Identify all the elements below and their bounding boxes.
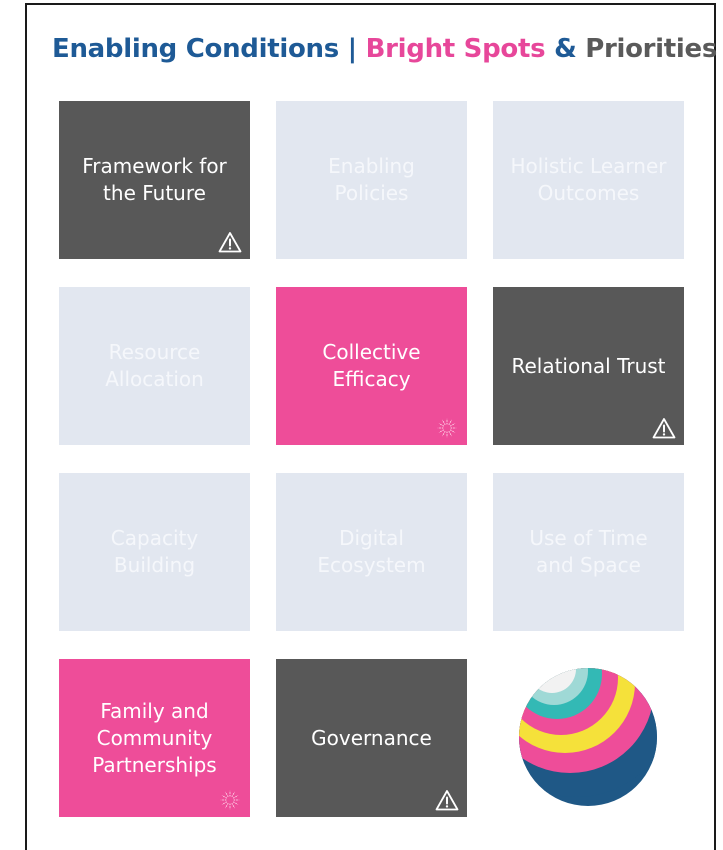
tile-label: Use of Time and Space	[529, 526, 648, 577]
tile-label: Holistic Learner Outcomes	[510, 154, 667, 205]
tile-label: Framework for the Future	[82, 154, 227, 205]
tile-label: Capacity Building	[110, 526, 199, 577]
tile-label: Family and Community Partnerships	[92, 698, 217, 777]
rainbow-sphere-logo-icon	[519, 668, 657, 806]
tile-label: Relational Trust	[511, 353, 666, 378]
tile-use-of-time-and-space[interactable]: Use of Time and Space	[493, 473, 684, 631]
tile-label: Governance	[311, 725, 432, 750]
warning-icon	[652, 418, 676, 439]
title-bright-spots: Bright Spots	[365, 34, 546, 64]
title-separator: |	[347, 34, 358, 64]
tile-framework-for-the-future[interactable]: Framework for the Future	[59, 101, 250, 259]
tile-label: Enabling Policies	[328, 154, 415, 205]
title-priorities: Priorities	[585, 34, 718, 64]
sparkle-icon	[437, 418, 457, 438]
tile-governance[interactable]: Governance	[276, 659, 467, 817]
title-enabling-conditions: Enabling Conditions	[52, 34, 339, 64]
sparkle-icon	[220, 790, 240, 810]
title-ampersand: &	[554, 34, 577, 64]
tile-label: Collective Efficacy	[322, 340, 421, 391]
tile-relational-trust[interactable]: Relational Trust	[493, 287, 684, 445]
tile-label: Digital Ecosystem	[317, 526, 426, 577]
tile-label: Resource Allocation	[105, 340, 204, 391]
tile-collective-efficacy[interactable]: Collective Efficacy	[276, 287, 467, 445]
tile-enabling-policies[interactable]: Enabling Policies	[276, 101, 467, 259]
tile-digital-ecosystem[interactable]: Digital Ecosystem	[276, 473, 467, 631]
tile-resource-allocation[interactable]: Resource Allocation	[59, 287, 250, 445]
tile-holistic-learner-outcomes[interactable]: Holistic Learner Outcomes	[493, 101, 684, 259]
tile-capacity-building[interactable]: Capacity Building	[59, 473, 250, 631]
rainbow-sphere-logo	[493, 659, 684, 817]
tile-family-and-community-partnerships[interactable]: Family and Community Partnerships	[59, 659, 250, 817]
conditions-grid: Framework for the Future Enabling Polici…	[59, 101, 684, 817]
page-title: Enabling Conditions | Bright Spots & Pri…	[52, 34, 717, 64]
warning-icon	[218, 232, 242, 253]
warning-icon	[435, 790, 459, 811]
